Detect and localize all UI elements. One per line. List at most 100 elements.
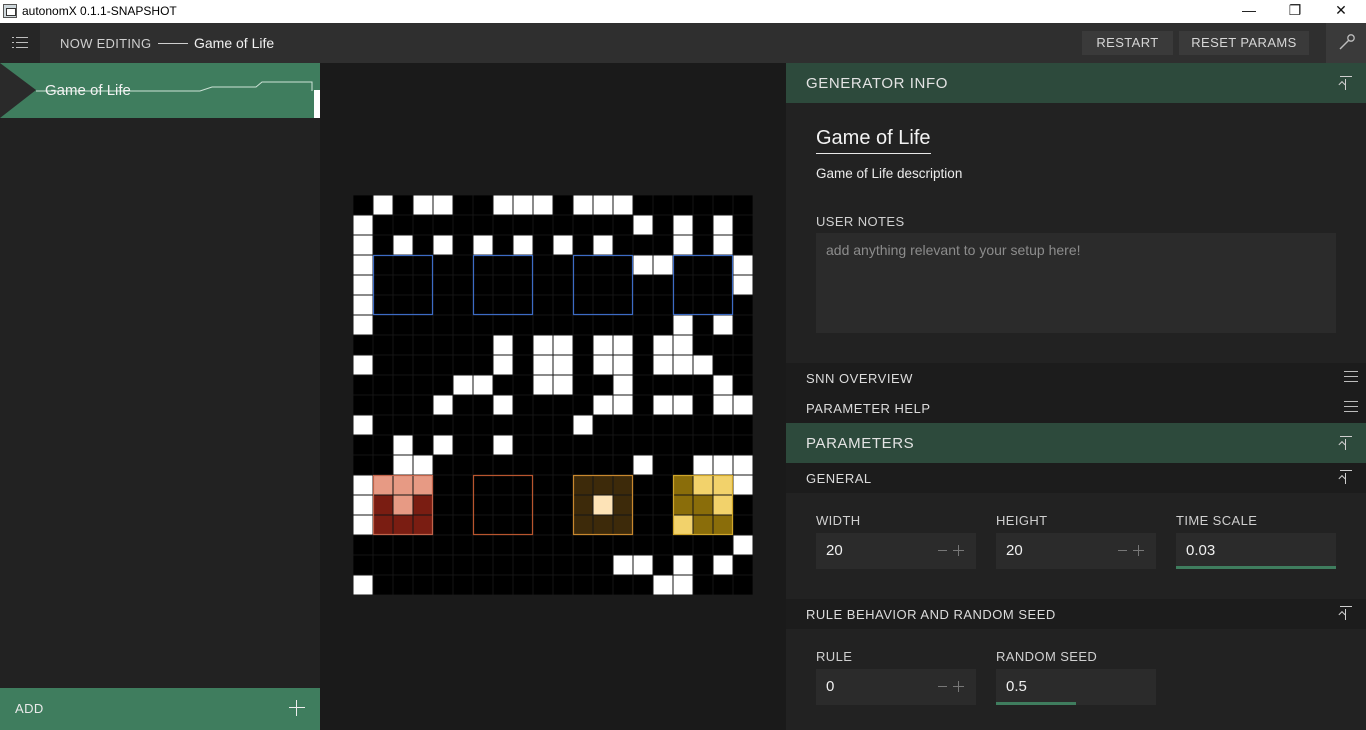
parameter-help-header[interactable]: PARAMETER HELP bbox=[786, 393, 1366, 423]
lattice-cell bbox=[713, 315, 733, 335]
lattice-cell bbox=[673, 315, 693, 335]
lattice-cell bbox=[673, 475, 693, 495]
lattice-cell bbox=[693, 455, 713, 475]
lattice-cell bbox=[673, 235, 693, 255]
width-value: 20 bbox=[826, 542, 843, 559]
lattice-cell bbox=[673, 555, 693, 575]
lattice-cell bbox=[513, 195, 533, 215]
menu-icon[interactable] bbox=[0, 23, 40, 63]
generator-info-header[interactable]: GENERATOR INFO bbox=[786, 63, 1366, 103]
height-stepper[interactable]: 20 bbox=[996, 533, 1156, 569]
lattice-cell bbox=[533, 335, 553, 355]
lattice-cell bbox=[693, 475, 713, 495]
random-seed-value: 0.5 bbox=[1006, 678, 1027, 695]
lattice-cell bbox=[573, 495, 593, 515]
lattice-cell bbox=[533, 195, 553, 215]
lattice-cell bbox=[613, 195, 633, 215]
rule-behavior-header[interactable]: RULE BEHAVIOR AND RANDOM SEED bbox=[786, 599, 1366, 629]
lattice-cell bbox=[553, 375, 573, 395]
lattice-cell bbox=[513, 475, 533, 495]
collapse-icon[interactable] bbox=[1338, 436, 1352, 450]
lattice-cell bbox=[713, 515, 733, 535]
lattice-cell bbox=[353, 215, 373, 235]
plus-icon bbox=[289, 700, 305, 716]
lattice-grid[interactable] bbox=[353, 195, 753, 595]
lattice-cell bbox=[473, 515, 493, 535]
lattice-cell bbox=[473, 235, 493, 255]
height-label: HEIGHT bbox=[996, 513, 1048, 528]
lattice-cell bbox=[493, 355, 513, 375]
lattice-cell bbox=[473, 375, 493, 395]
time-scale-track[interactable] bbox=[1176, 566, 1336, 569]
collapse-icon[interactable] bbox=[1338, 76, 1352, 90]
lattice-cell bbox=[353, 415, 373, 435]
lattice-cell bbox=[573, 475, 593, 495]
lattice-cell bbox=[613, 495, 633, 515]
lattice-cell bbox=[353, 515, 373, 535]
lattice-cell bbox=[493, 395, 513, 415]
lattice-cell bbox=[673, 215, 693, 235]
lattice-cell bbox=[673, 355, 693, 375]
window-titlebar: autonomX 0.1.1-SNAPSHOT — ❐ ✕ bbox=[0, 0, 1366, 23]
lattice-cell bbox=[433, 235, 453, 255]
rule-behavior-title: RULE BEHAVIOR AND RANDOM SEED bbox=[806, 607, 1056, 622]
lattice-cell bbox=[373, 475, 393, 495]
lattice-cell bbox=[433, 195, 453, 215]
stepper-icon[interactable] bbox=[1118, 543, 1144, 557]
now-editing-divider bbox=[158, 43, 188, 44]
random-seed-track[interactable] bbox=[996, 702, 1076, 705]
lattice-cell bbox=[413, 475, 433, 495]
lattice-cell bbox=[413, 195, 433, 215]
lattice-cell bbox=[353, 255, 373, 275]
lattice-cell bbox=[613, 515, 633, 535]
lattice-cell bbox=[353, 575, 373, 595]
add-generator-button[interactable]: ADD bbox=[0, 688, 320, 730]
lattice-cell bbox=[633, 555, 653, 575]
lattice-cell bbox=[493, 335, 513, 355]
lattice-cell bbox=[713, 215, 733, 235]
random-seed-slider[interactable]: 0.5 bbox=[996, 669, 1156, 705]
lattice-cell bbox=[353, 355, 373, 375]
wrench-button[interactable] bbox=[1326, 23, 1366, 63]
lattice-cell bbox=[433, 435, 453, 455]
lattice-cell bbox=[733, 535, 753, 555]
lattice-cell bbox=[593, 355, 613, 375]
lattice-cell bbox=[733, 275, 753, 295]
reset-params-button[interactable]: RESET PARAMS bbox=[1179, 31, 1309, 55]
general-header[interactable]: GENERAL bbox=[786, 463, 1366, 493]
info-panel: GENERATOR INFO Game of Life Game of Life… bbox=[786, 63, 1366, 730]
collapse-icon[interactable] bbox=[1338, 606, 1352, 620]
stepper-icon[interactable] bbox=[938, 679, 964, 693]
time-scale-value: 0.03 bbox=[1186, 542, 1216, 559]
user-notes-field[interactable]: add anything relevant to your setup here… bbox=[816, 233, 1336, 333]
lattice-cell bbox=[713, 395, 733, 415]
expand-hamburger-icon[interactable] bbox=[1344, 401, 1358, 413]
snn-overview-title: SNN OVERVIEW bbox=[806, 371, 913, 386]
user-notes-label: USER NOTES bbox=[816, 214, 905, 229]
stepper-icon[interactable] bbox=[938, 543, 964, 557]
width-stepper[interactable]: 20 bbox=[816, 533, 976, 569]
sidebar-item-label: Game of Life bbox=[45, 82, 131, 99]
lattice-cell bbox=[653, 335, 673, 355]
now-editing-label: NOW EDITING bbox=[60, 36, 152, 51]
restart-button[interactable]: RESTART bbox=[1082, 31, 1173, 55]
height-value: 20 bbox=[1006, 542, 1023, 559]
close-icon[interactable]: ✕ bbox=[1318, 0, 1364, 23]
lattice-cell bbox=[593, 495, 613, 515]
expand-hamburger-icon[interactable] bbox=[1344, 371, 1358, 383]
generator-info-title: GENERATOR INFO bbox=[806, 75, 949, 92]
lattice-cell bbox=[693, 355, 713, 375]
parameters-header[interactable]: PARAMETERS bbox=[786, 423, 1366, 463]
collapse-icon[interactable] bbox=[1338, 470, 1352, 484]
restore-icon[interactable]: ❐ bbox=[1272, 0, 1318, 23]
time-scale-slider[interactable]: 0.03 bbox=[1176, 533, 1336, 569]
minimize-icon[interactable]: — bbox=[1226, 0, 1272, 23]
rule-stepper[interactable]: 0 bbox=[816, 669, 976, 705]
lattice-cell bbox=[593, 195, 613, 215]
parameter-help-title: PARAMETER HELP bbox=[806, 401, 931, 416]
sidebar-item-game-of-life[interactable]: Game of Life bbox=[0, 63, 320, 118]
lattice-cell bbox=[613, 475, 633, 495]
lattice-cell bbox=[613, 555, 633, 575]
lattice-cell bbox=[733, 455, 753, 475]
snn-overview-header[interactable]: SNN OVERVIEW bbox=[786, 363, 1366, 393]
